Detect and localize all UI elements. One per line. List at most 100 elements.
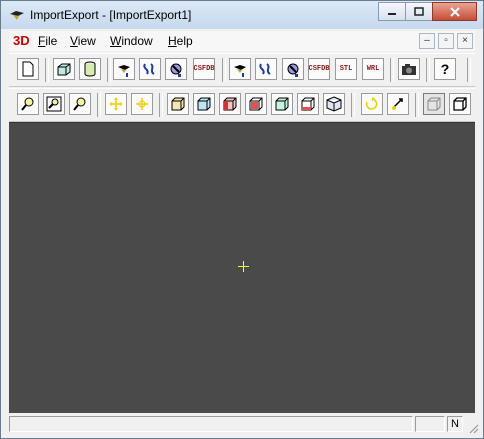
menu-help[interactable]: Help <box>168 34 193 48</box>
toolbar-separator <box>467 58 471 82</box>
mdi-minimize-button[interactable]: – <box>419 33 435 49</box>
mdi-controls: – ▫ × <box>419 33 473 49</box>
help-icon: ? <box>440 61 450 77</box>
left-view-button[interactable] <box>219 93 241 115</box>
box-primitive-button[interactable] <box>53 58 75 80</box>
import-brep-button[interactable] <box>113 58 135 80</box>
menu-window[interactable]: Window <box>110 34 153 48</box>
axonometric-view-button[interactable] <box>323 93 345 115</box>
right-view-button[interactable] <box>245 93 267 115</box>
export-wrl-button[interactable]: WRL <box>362 58 384 80</box>
toolbar-separator <box>159 93 163 117</box>
wireframe-mode-button[interactable] <box>423 93 445 115</box>
toolbar-separator <box>222 58 226 82</box>
shading-mode-button[interactable] <box>449 93 471 115</box>
export-csfdb-button[interactable]: CSFDB <box>308 58 330 80</box>
import-iges-button[interactable] <box>139 58 161 80</box>
export-wrl-label: WRL <box>366 65 380 73</box>
fit-all-icon <box>46 96 62 112</box>
rotation-button[interactable] <box>361 93 383 115</box>
maximize-button[interactable] <box>405 2 433 21</box>
minimize-icon <box>388 12 396 15</box>
new-document-icon <box>22 61 34 77</box>
toolbar-separator <box>351 93 355 117</box>
status-pane-num: N <box>447 416 463 432</box>
export-iges-button[interactable] <box>255 58 277 80</box>
global-pan-icon <box>136 98 148 110</box>
bottom-view-icon <box>301 97 315 111</box>
right-view-icon <box>249 97 263 111</box>
import-csfdb-button[interactable]: CSFDB <box>193 58 215 80</box>
fit-all-button[interactable] <box>43 93 65 115</box>
box-icon <box>57 63 71 76</box>
close-button[interactable] <box>432 2 477 21</box>
rotation-icon <box>365 97 378 110</box>
capture-image-button[interactable] <box>398 58 420 80</box>
window-title: ImportExport - [ImportExport1] <box>30 8 192 22</box>
top-view-icon <box>275 97 289 111</box>
top-view-button[interactable] <box>271 93 293 115</box>
minimize-button[interactable] <box>378 2 406 21</box>
app-logo: 3D <box>13 33 30 48</box>
back-view-icon <box>197 97 211 111</box>
mdi-restore-button[interactable]: ▫ <box>438 33 454 49</box>
new-document-button[interactable] <box>17 58 39 80</box>
mdi-close-button[interactable]: × <box>457 33 473 49</box>
caption-buttons <box>378 2 477 21</box>
resize-grip-icon[interactable] <box>467 422 479 434</box>
left-view-icon <box>223 97 237 111</box>
main-toolbar: CSFDB CSFDB STL WRL ? <box>9 53 475 87</box>
camera-icon <box>402 64 416 75</box>
bottom-view-button[interactable] <box>297 93 319 115</box>
crosshair-icon <box>238 261 249 272</box>
export-csfdb-label: CSFDB <box>308 65 330 73</box>
export-stl-label: STL <box>339 65 353 73</box>
toolbar-separator <box>45 58 49 82</box>
import-step-button[interactable] <box>165 58 187 80</box>
toolbar-separator <box>107 58 111 82</box>
toolbar-separator <box>415 93 419 117</box>
reset-view-button[interactable] <box>387 93 409 115</box>
status-bar: N <box>1 413 483 438</box>
zoom-window-icon <box>21 97 34 111</box>
app-icon <box>10 11 24 20</box>
pan-icon <box>109 97 123 111</box>
cylinder-icon <box>84 61 96 77</box>
menu-file[interactable]: File <box>38 34 57 48</box>
export-step-icon <box>287 63 299 77</box>
import-iges-icon <box>143 63 155 75</box>
toolbar-separator <box>97 93 101 117</box>
axonometric-view-icon <box>326 96 342 112</box>
pan-button[interactable] <box>105 93 127 115</box>
front-view-icon <box>171 97 185 111</box>
export-brep-button[interactable] <box>229 58 251 80</box>
help-button[interactable]: ? <box>434 58 456 80</box>
back-view-button[interactable] <box>193 93 215 115</box>
import-csfdb-label: CSFDB <box>193 65 215 73</box>
cylinder-primitive-button[interactable] <box>79 58 101 80</box>
export-stl-button[interactable]: STL <box>335 58 357 80</box>
toolbar-separator <box>390 58 394 82</box>
status-pane-caps <box>415 416 445 432</box>
export-iges-icon <box>259 63 271 75</box>
dynamic-zoom-icon <box>73 97 86 111</box>
wireframe-icon <box>427 97 441 111</box>
view-toolbar <box>9 88 475 122</box>
import-step-icon <box>170 63 182 77</box>
front-view-button[interactable] <box>167 93 189 115</box>
global-pan-button[interactable] <box>131 93 153 115</box>
shading-icon <box>453 97 467 111</box>
zoom-window-button[interactable] <box>17 93 39 115</box>
export-step-button[interactable] <box>282 58 304 80</box>
export-brep-icon <box>234 65 246 77</box>
maximize-icon <box>414 7 424 16</box>
menu-bar: 3D File View Window Help – ▫ × <box>9 31 475 51</box>
3d-viewport[interactable] <box>9 122 475 413</box>
dynamic-zoom-button[interactable] <box>69 93 91 115</box>
close-icon <box>449 6 460 17</box>
status-message-pane <box>9 416 413 432</box>
title-bar[interactable]: ImportExport - [ImportExport1] <box>1 1 483 29</box>
reset-view-icon <box>392 98 403 110</box>
menu-view[interactable]: View <box>70 34 96 48</box>
application-window: ImportExport - [ImportExport1] 3D File V… <box>0 0 484 439</box>
